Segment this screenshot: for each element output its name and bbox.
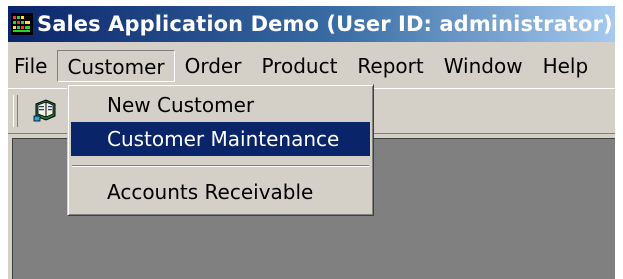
menu-bar: File Customer Order Product Report Windo…: [8, 48, 615, 84]
app-window: Sales Application Demo (User ID: adminis…: [8, 6, 615, 279]
menu-window[interactable]: Window: [434, 50, 533, 82]
menu-order[interactable]: Order: [175, 50, 252, 82]
toolbar-book-button[interactable]: [28, 95, 62, 129]
menu-customer[interactable]: Customer: [57, 50, 175, 82]
menu-file[interactable]: File: [8, 50, 57, 82]
menu-product[interactable]: Product: [251, 50, 347, 82]
menu-help[interactable]: Help: [533, 50, 599, 82]
toolbar-grip[interactable]: [13, 95, 18, 127]
menu-item-new-customer[interactable]: New Customer: [71, 88, 370, 122]
title-bar[interactable]: Sales Application Demo (User ID: adminis…: [8, 6, 615, 42]
window-title: Sales Application Demo (User ID: adminis…: [37, 12, 613, 36]
book-icon: [32, 97, 58, 128]
menu-item-customer-maintenance[interactable]: Customer Maintenance: [71, 122, 370, 156]
sales-app-icon[interactable]: [11, 13, 33, 35]
menu-report[interactable]: Report: [347, 50, 433, 82]
menu-separator: [72, 165, 369, 167]
customer-menu-dropdown: New Customer Customer Maintenance Accoun…: [67, 84, 374, 216]
menu-item-accounts-receivable[interactable]: Accounts Receivable: [71, 175, 370, 209]
